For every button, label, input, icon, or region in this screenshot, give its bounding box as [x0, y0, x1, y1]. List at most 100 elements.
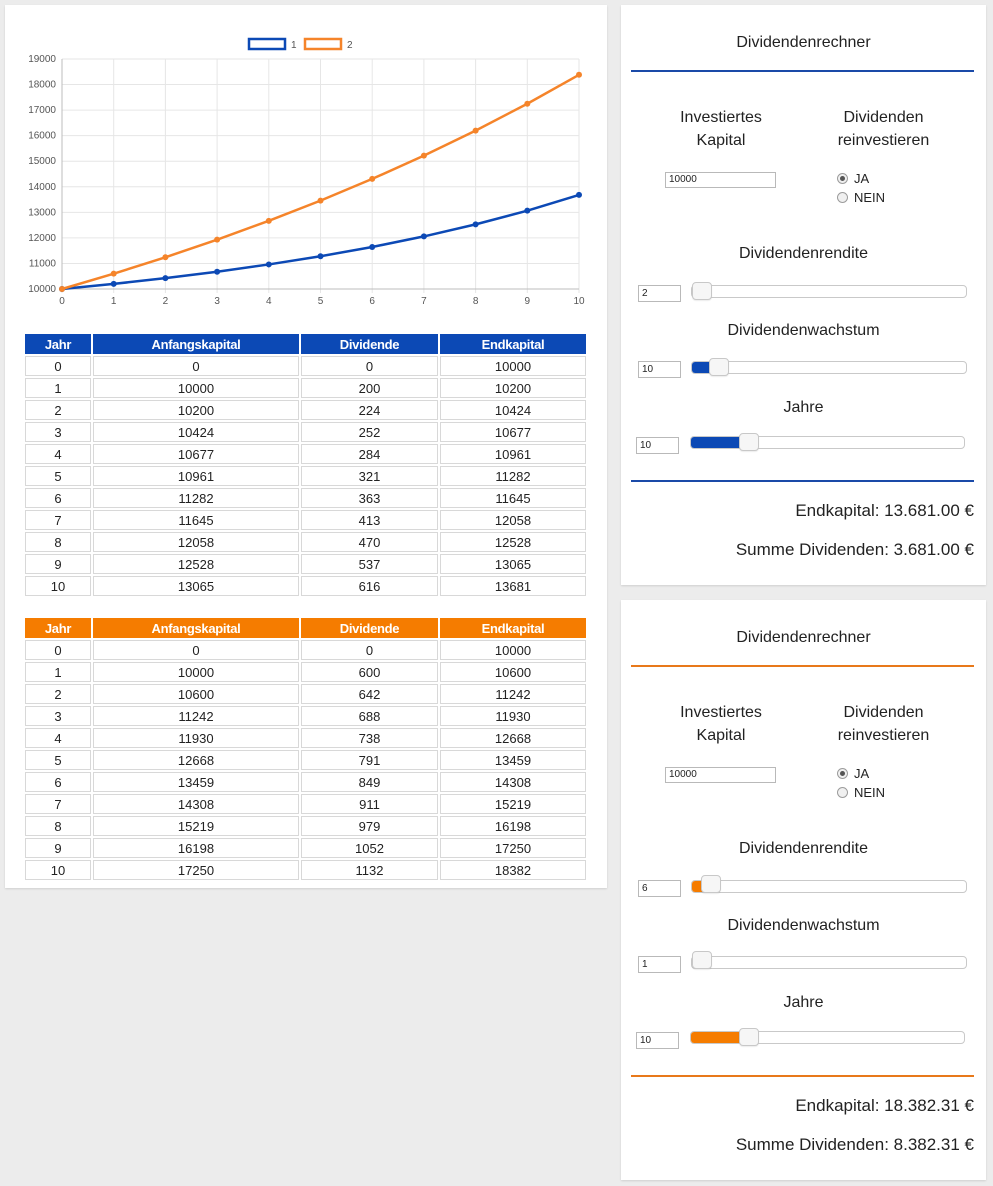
series-2-point: [59, 286, 65, 292]
summe-dividenden-result: Summe Dividenden: 3.681.00 €: [735, 540, 974, 559]
table-cell: 13065: [93, 576, 299, 596]
table-cell: 18382: [440, 860, 586, 880]
table-cell: 8: [25, 816, 91, 836]
yield-input[interactable]: 6: [638, 880, 681, 897]
calculator-title: Dividendenrechner: [736, 34, 871, 51]
orange-results-table: Jahr Anfangskapital Dividende Endkapital 00…: [23, 616, 588, 882]
results-panel: 10000 11000 12000 13000 14000 15000 16000 17000…: [5, 5, 607, 888]
summe-dividenden-result: Summe Dividenden: 8.382.31 €: [735, 1135, 974, 1154]
table-cell: 4: [25, 444, 91, 464]
table-cell: 10677: [440, 422, 586, 442]
divider: [631, 70, 974, 72]
table-cell: 849: [301, 772, 438, 792]
growth-slider-handle[interactable]: [692, 951, 712, 969]
table-row: 7 14308 911 15219: [25, 794, 586, 814]
series-1-point: [576, 191, 582, 198]
table-cell: 10000: [440, 356, 586, 376]
radio-no-label: NEIN: [854, 190, 886, 205]
table-cell: 12528: [93, 554, 299, 574]
years-label: Jahre: [783, 994, 824, 1011]
table-cell: 12528: [440, 532, 586, 552]
growth-slider-handle[interactable]: [709, 358, 729, 376]
capital-label-line1: Investiertes: [680, 109, 762, 126]
table-row: 3 10424 252 10677: [25, 422, 586, 442]
growth-input[interactable]: 1: [638, 956, 681, 973]
table-row: 5 12668 791 13459: [25, 750, 586, 770]
growth-slider-track[interactable]: [691, 956, 967, 969]
yield-slider-handle[interactable]: [692, 282, 712, 300]
reinvest-yes-option[interactable]: JA: [837, 171, 869, 186]
y-tick-label: 18000: [28, 80, 56, 91]
table-row: 9 16198 1052 17250: [25, 838, 586, 858]
table-cell: 10600: [93, 684, 299, 704]
reinvest-no-option[interactable]: NEIN: [837, 190, 885, 205]
column-header: Endkapital: [440, 618, 586, 638]
table-row: 7 11645 413 12058: [25, 510, 586, 530]
table-cell: 10000: [440, 640, 586, 660]
capital-input[interactable]: 10000: [665, 767, 776, 783]
growth-slider-track[interactable]: [691, 361, 967, 374]
table-cell: 10424: [93, 422, 299, 442]
table-cell: 600: [301, 662, 438, 682]
series-1-point: [317, 253, 324, 260]
series-1-point: [472, 221, 479, 228]
endkapital-result: Endkapital: 18.382.31 €: [795, 1096, 974, 1115]
radio-yes[interactable]: [837, 173, 848, 184]
years-slider-handle[interactable]: [739, 1028, 759, 1046]
table-cell: 3: [25, 422, 91, 442]
reinvest-no-option[interactable]: NEIN: [837, 785, 885, 800]
years-slider-track[interactable]: [690, 1031, 965, 1044]
table-cell: 12058: [440, 510, 586, 530]
x-tick-label: 8: [473, 296, 479, 307]
table-cell: 7: [25, 510, 91, 530]
years-input[interactable]: 10: [636, 1032, 679, 1049]
growth-label: Dividendenwachstum: [727, 322, 880, 339]
y-tick-label: 17000: [28, 105, 56, 116]
yield-slider-handle[interactable]: [701, 875, 721, 893]
table-cell: 16198: [93, 838, 299, 858]
y-tick-label: 16000: [28, 131, 56, 142]
table-cell: 11930: [440, 706, 586, 726]
x-tick-label: 6: [369, 296, 375, 307]
yield-label: Dividendenrendite: [739, 840, 868, 857]
growth-input[interactable]: 10: [638, 361, 681, 378]
series-2-point: [576, 71, 582, 78]
table-cell: 11930: [93, 728, 299, 748]
table-cell: 13459: [93, 772, 299, 792]
table-row: 6 13459 849 14308: [25, 772, 586, 792]
table-cell: 10424: [440, 400, 586, 420]
table-cell: 12058: [93, 532, 299, 552]
capital-input[interactable]: 10000: [665, 172, 776, 188]
column-header: Endkapital: [440, 334, 586, 354]
x-tick-label: 0: [59, 296, 65, 307]
yield-slider-track[interactable]: [691, 285, 967, 298]
table-cell: 11282: [440, 466, 586, 486]
radio-no[interactable]: [837, 192, 848, 203]
table-cell: 6: [25, 772, 91, 792]
years-input[interactable]: 10: [636, 437, 679, 454]
series-1-point: [162, 275, 169, 282]
table-cell: 14308: [440, 772, 586, 792]
series-2-point: [317, 197, 324, 204]
table-cell: 5: [25, 750, 91, 770]
table-cell: 1: [25, 378, 91, 398]
radio-no[interactable]: [837, 787, 848, 798]
table-row: 4 10677 284 10961: [25, 444, 586, 464]
reinvest-label: Dividenden reinvestieren: [821, 106, 946, 152]
growth-label: Dividendenwachstum: [727, 917, 880, 934]
yield-input[interactable]: 2: [638, 285, 681, 302]
reinvest-yes-option[interactable]: JA: [837, 766, 869, 781]
years-slider-track[interactable]: [690, 436, 965, 449]
y-tick-label: 12000: [28, 233, 56, 244]
table-cell: 200: [301, 378, 438, 398]
radio-yes-label: JA: [854, 171, 870, 186]
years-slider-handle[interactable]: [739, 433, 759, 451]
table-cell: 13459: [440, 750, 586, 770]
capital-label: Investiertes Kapital: [661, 106, 781, 152]
x-tick-label: 1: [111, 296, 117, 307]
yield-slider-track[interactable]: [691, 880, 967, 893]
table-cell: 11645: [93, 510, 299, 530]
reinvest-label-line2: reinvestieren: [837, 132, 930, 149]
radio-yes[interactable]: [837, 768, 848, 779]
x-tick-label: 10: [573, 296, 585, 307]
